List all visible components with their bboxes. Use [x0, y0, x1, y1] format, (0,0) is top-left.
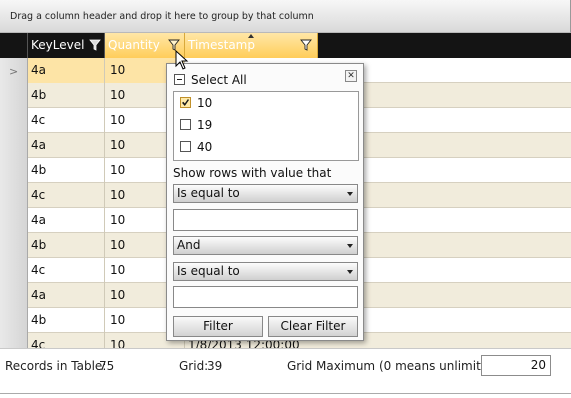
checkbox-checked-icon[interactable]: [180, 97, 191, 108]
grid-label: Grid:: [179, 359, 209, 373]
row-indicator[interactable]: [0, 308, 28, 333]
chevron-down-icon: [347, 192, 353, 196]
checkbox-icon[interactable]: [180, 141, 191, 152]
operator-select-1[interactable]: Is equal to: [173, 184, 358, 203]
value-item-19[interactable]: 19: [180, 117, 212, 133]
filter-button[interactable]: Filter: [173, 316, 263, 337]
row-indicator[interactable]: >: [0, 58, 28, 83]
value-item-40[interactable]: 40: [180, 139, 212, 155]
value-label: 40: [197, 140, 213, 154]
row-indicator[interactable]: [0, 233, 28, 258]
row-indicator[interactable]: [0, 158, 28, 183]
column-header-timestamp-label: Timestamp: [188, 38, 255, 52]
cell-keylevel[interactable]: 4c: [28, 183, 105, 208]
row-indicator[interactable]: [0, 258, 28, 283]
chevron-down-icon: [347, 270, 353, 274]
close-icon[interactable]: ✕: [345, 70, 357, 82]
status-footer: Records in Table: 75 Grid: 39 Grid Maxim…: [0, 348, 571, 398]
filter-icon[interactable]: [300, 39, 312, 51]
column-header-quantity[interactable]: Quantity: [105, 33, 185, 58]
operator-select-2[interactable]: Is equal to: [173, 262, 358, 281]
operator-select-2-value: Is equal to: [177, 264, 240, 278]
select-all-checkbox[interactable]: Select All: [174, 73, 247, 89]
cell-keylevel[interactable]: 4a: [28, 133, 105, 158]
cell-keylevel[interactable]: 4a: [28, 208, 105, 233]
logical-operator-value: And: [177, 238, 201, 252]
filter-icon[interactable]: [89, 39, 101, 51]
cell-keylevel[interactable]: 4b: [28, 233, 105, 258]
show-rows-label: Show rows with value that: [173, 166, 332, 180]
row-indicator-header: [0, 33, 28, 58]
sort-ascending-icon: [248, 34, 254, 38]
header-filler: [318, 33, 571, 58]
grid-window: Drag a column header and drop it here to…: [0, 0, 571, 398]
divider: [0, 393, 571, 394]
cell-keylevel[interactable]: 4c: [28, 333, 105, 348]
value-item-10[interactable]: 10: [180, 95, 212, 111]
checkbox-icon: [174, 74, 185, 85]
value-label: 10: [197, 96, 213, 110]
chevron-down-icon: [347, 244, 353, 248]
grid-max-input[interactable]: 20: [481, 355, 551, 376]
row-indicator[interactable]: [0, 208, 28, 233]
cell-keylevel[interactable]: 4a: [28, 283, 105, 308]
column-header-quantity-label: Quantity: [108, 38, 160, 52]
row-indicator[interactable]: [0, 108, 28, 133]
row-indicator[interactable]: [0, 133, 28, 158]
distinct-values-list[interactable]: 10 19 40: [173, 91, 359, 161]
operator-select-1-value: Is equal to: [177, 186, 240, 200]
filter-value-input-2[interactable]: [173, 286, 358, 308]
cell-keylevel[interactable]: 4b: [28, 308, 105, 333]
cell-keylevel[interactable]: 4b: [28, 158, 105, 183]
filter-value-input-1[interactable]: [173, 209, 358, 231]
records-count: 75: [99, 359, 115, 373]
group-by-panel[interactable]: Drag a column header and drop it here to…: [0, 0, 571, 33]
grid-max-label: Grid Maximum (0 means unlimited):: [287, 359, 505, 373]
row-indicator[interactable]: [0, 333, 28, 348]
current-row-arrow-icon: >: [9, 65, 19, 78]
group-by-hint: Drag a column header and drop it here to…: [10, 11, 314, 22]
logical-operator-select[interactable]: And: [173, 236, 358, 255]
cell-keylevel[interactable]: 4c: [28, 108, 105, 133]
row-indicator[interactable]: [0, 183, 28, 208]
row-indicator[interactable]: [0, 283, 28, 308]
column-header-keylevel[interactable]: KeyLevel: [28, 33, 105, 58]
records-label: Records in Table:: [5, 359, 107, 373]
clear-filter-button[interactable]: Clear Filter: [268, 316, 358, 337]
value-label: 19: [197, 118, 213, 132]
column-header-keylevel-label: KeyLevel: [31, 38, 85, 52]
row-indicator[interactable]: [0, 83, 28, 108]
cell-keylevel[interactable]: 4a: [28, 58, 105, 83]
column-header-row: KeyLevel Quantity Timestamp: [0, 33, 571, 58]
cell-keylevel[interactable]: 4c: [28, 258, 105, 283]
grid-count: 39: [207, 359, 223, 373]
checkbox-icon[interactable]: [180, 119, 191, 130]
cell-keylevel[interactable]: 4b: [28, 83, 105, 108]
select-all-label: Select All: [191, 73, 247, 87]
column-header-timestamp[interactable]: Timestamp: [185, 33, 318, 58]
mouse-pointer-icon: [175, 50, 189, 70]
filter-popup: Select All ✕ 10 19 40 Show rows with val…: [166, 63, 364, 341]
